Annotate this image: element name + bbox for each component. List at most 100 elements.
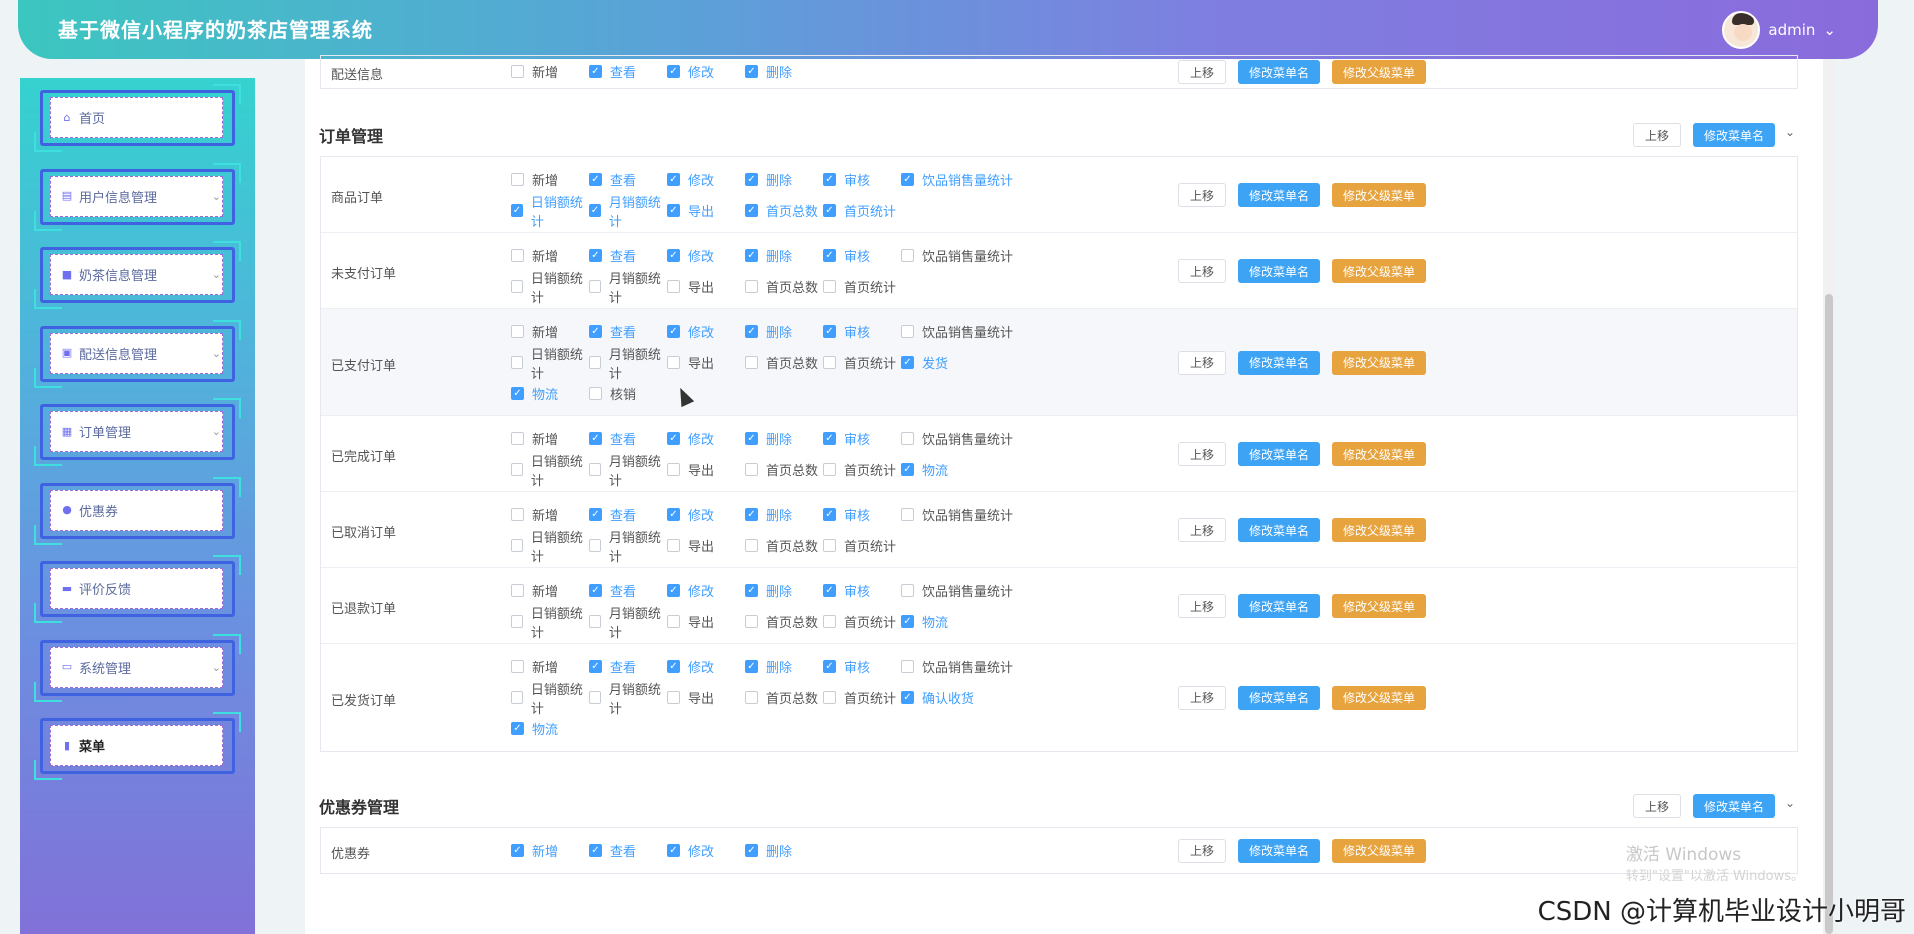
unchecked-checkbox-icon[interactable] — [511, 615, 523, 628]
checked-checkbox-icon[interactable]: ✓ — [667, 204, 680, 217]
rename-menu-button[interactable]: 修改菜单名 — [1692, 794, 1775, 818]
rename-parent-menu-button[interactable]: 修改父级菜单 — [1332, 183, 1427, 207]
unchecked-checkbox-icon[interactable] — [511, 463, 523, 476]
permission-checkbox[interactable]: ✓ 删除 — [745, 170, 823, 189]
checked-checkbox-icon[interactable]: ✓ — [823, 584, 836, 597]
unchecked-checkbox-icon[interactable] — [511, 356, 523, 369]
scrollbar-thumb[interactable] — [1825, 294, 1833, 934]
checked-checkbox-icon[interactable]: ✓ — [589, 249, 602, 262]
checked-checkbox-icon[interactable]: ✓ — [901, 463, 914, 476]
permission-checkbox[interactable]: 导出 — [667, 353, 745, 372]
permission-checkbox[interactable]: 日销额统计 — [511, 679, 589, 717]
permission-checkbox[interactable]: ✓ 查看 — [589, 657, 667, 676]
checked-checkbox-icon[interactable]: ✓ — [823, 249, 836, 262]
rename-parent-menu-button[interactable]: 修改父级菜单 — [1332, 838, 1427, 863]
unchecked-checkbox-icon[interactable] — [901, 249, 914, 262]
sidebar-item-0[interactable]: ⌂ 首页 — [34, 84, 241, 152]
permission-checkbox[interactable]: 月销额统计 — [589, 679, 667, 717]
sidebar-item-body[interactable]: ▦ 订单管理 — [50, 411, 223, 452]
permission-checkbox[interactable]: ✓ 审核 — [823, 505, 901, 524]
checked-checkbox-icon[interactable]: ✓ — [901, 691, 914, 704]
permission-checkbox[interactable]: ✓ 物流 — [511, 719, 589, 738]
unchecked-checkbox-icon[interactable] — [823, 539, 836, 552]
rename-menu-button[interactable]: 修改菜单名 — [1238, 259, 1321, 283]
rename-parent-menu-button[interactable]: 修改父级菜单 — [1332, 60, 1427, 84]
permission-checkbox[interactable]: 首页统计 — [823, 536, 901, 555]
permission-checkbox[interactable]: ✓ 修改 — [667, 657, 745, 676]
unchecked-checkbox-icon[interactable] — [745, 691, 758, 704]
permission-checkbox[interactable]: ✓ 删除 — [745, 246, 823, 265]
checked-checkbox-icon[interactable]: ✓ — [745, 660, 758, 673]
sidebar-item-body[interactable]: ● 优惠券 — [50, 489, 223, 531]
move-up-button[interactable]: 上移 — [1178, 183, 1227, 207]
permission-checkbox[interactable]: 导出 — [667, 612, 745, 631]
checked-checkbox-icon[interactable]: ✓ — [511, 844, 524, 857]
permission-checkbox[interactable]: ✓ 查看 — [589, 841, 667, 860]
unchecked-checkbox-icon[interactable] — [511, 539, 523, 552]
rename-parent-menu-button[interactable]: 修改父级菜单 — [1332, 259, 1427, 283]
permission-checkbox[interactable]: ✓ 饮品销售量统计 — [901, 170, 1021, 189]
permission-checkbox[interactable]: ✓ 删除 — [745, 505, 823, 524]
checked-checkbox-icon[interactable]: ✓ — [667, 325, 680, 338]
permission-checkbox[interactable]: 饮品销售量统计 — [901, 657, 1021, 676]
move-up-button[interactable]: 上移 — [1178, 518, 1227, 542]
unchecked-checkbox-icon[interactable] — [667, 463, 680, 476]
permission-checkbox[interactable]: 饮品销售量统计 — [901, 505, 1021, 524]
checked-checkbox-icon[interactable]: ✓ — [745, 65, 758, 78]
permission-checkbox[interactable]: 新增 — [511, 581, 589, 600]
permission-checkbox[interactable]: 新增 — [511, 429, 589, 448]
permission-checkbox[interactable]: ✓ 查看 — [589, 505, 667, 524]
checked-checkbox-icon[interactable]: ✓ — [667, 432, 680, 445]
permission-checkbox[interactable]: ✓ 审核 — [823, 246, 901, 265]
permission-checkbox[interactable]: ✓ 删除 — [745, 841, 823, 860]
avatar[interactable] — [1722, 11, 1761, 49]
permission-checkbox[interactable]: 新增 — [511, 322, 589, 341]
unchecked-checkbox-icon[interactable] — [667, 615, 680, 628]
checked-checkbox-icon[interactable]: ✓ — [511, 722, 524, 735]
permission-checkbox[interactable]: ✓ 修改 — [667, 841, 745, 860]
permission-checkbox[interactable]: ✓ 修改 — [667, 581, 745, 600]
move-up-button[interactable]: 上移 — [1178, 350, 1227, 375]
rename-menu-button[interactable]: 修改菜单名 — [1238, 350, 1321, 375]
sidebar-item-body[interactable]: ▮ 菜单 — [50, 725, 223, 766]
chevron-down-icon[interactable]: ⌄ — [1823, 21, 1836, 39]
permission-checkbox[interactable]: 日销额统计 — [511, 451, 589, 489]
permission-checkbox[interactable]: ✓ 删除 — [745, 581, 823, 600]
permission-checkbox[interactable]: 饮品销售量统计 — [901, 429, 1021, 448]
permission-checkbox[interactable]: ✓ 审核 — [823, 429, 901, 448]
permission-checkbox[interactable]: ✓ 查看 — [589, 246, 667, 265]
unchecked-checkbox-icon[interactable] — [511, 660, 524, 673]
unchecked-checkbox-icon[interactable] — [745, 356, 758, 369]
unchecked-checkbox-icon[interactable] — [511, 249, 524, 262]
permission-checkbox[interactable]: 首页总数 — [745, 612, 823, 631]
unchecked-checkbox-icon[interactable] — [511, 325, 524, 338]
permission-checkbox[interactable]: 首页总数 — [745, 277, 823, 296]
permission-checkbox[interactable]: ✓ 首页总数 — [745, 201, 823, 220]
permission-checkbox[interactable]: ✓ 修改 — [667, 429, 745, 448]
unchecked-checkbox-icon[interactable] — [667, 280, 680, 293]
unchecked-checkbox-icon[interactable] — [823, 615, 836, 628]
permission-checkbox[interactable]: ✓ 审核 — [823, 657, 901, 676]
sidebar-item-4[interactable]: ▦ 订单管理 ⌄ — [34, 398, 241, 466]
unchecked-checkbox-icon[interactable] — [511, 691, 523, 704]
unchecked-checkbox-icon[interactable] — [901, 508, 914, 521]
unchecked-checkbox-icon[interactable] — [511, 173, 524, 186]
checked-checkbox-icon[interactable]: ✓ — [667, 844, 680, 857]
permission-checkbox[interactable]: ✓ 审核 — [823, 170, 901, 189]
checked-checkbox-icon[interactable]: ✓ — [667, 660, 680, 673]
checked-checkbox-icon[interactable]: ✓ — [745, 844, 758, 857]
permission-checkbox[interactable]: ✓ 物流 — [511, 384, 589, 403]
sidebar-item-body[interactable]: ▤ 用户信息管理 — [50, 175, 223, 217]
permission-checkbox[interactable]: ✓ 月销额统计 — [589, 192, 667, 230]
permission-checkbox[interactable]: ✓ 日销额统计 — [511, 192, 589, 230]
unchecked-checkbox-icon[interactable] — [511, 508, 524, 521]
permission-checkbox[interactable]: 首页统计 — [823, 460, 901, 479]
chevron-down-icon[interactable]: ⌄ — [212, 661, 221, 674]
checked-checkbox-icon[interactable]: ✓ — [745, 325, 758, 338]
permission-checkbox[interactable]: ✓ 首页统计 — [823, 201, 901, 220]
permission-checkbox[interactable]: ✓ 发货 — [901, 353, 1021, 372]
unchecked-checkbox-icon[interactable] — [901, 432, 914, 445]
rename-parent-menu-button[interactable]: 修改父级菜单 — [1332, 685, 1427, 710]
chevron-down-icon[interactable]: ⌄ — [212, 425, 221, 438]
sidebar-item-6[interactable]: ▬ 评价反馈 — [34, 555, 241, 623]
